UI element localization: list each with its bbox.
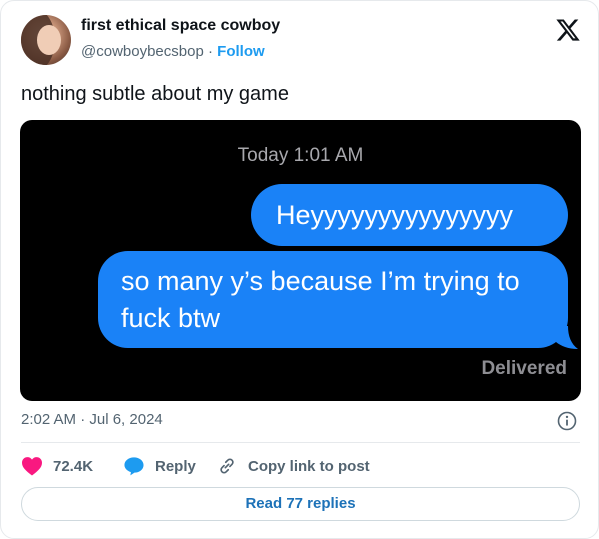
speech-bubble-icon	[124, 457, 144, 476]
tweet-text: nothing subtle about my game	[21, 83, 289, 105]
read-replies-button[interactable]: Read 77 replies	[21, 487, 580, 521]
message-bubble: Heyyyyyyyyyyyyyyy	[251, 184, 568, 246]
follow-button[interactable]: Follow	[217, 43, 265, 60]
author-handle[interactable]: @cowboybecsbop	[81, 43, 204, 60]
x-logo-icon[interactable]	[555, 17, 581, 43]
handle-separator: ·	[207, 43, 213, 60]
message-timestamp: Today 1:01 AM	[237, 145, 364, 166]
message-bubble: so many y’s because I’m trying to fuck b…	[98, 251, 568, 348]
heart-icon	[22, 457, 42, 476]
author-handle-row: @cowboybecsbop · Follow	[81, 43, 265, 60]
tweet-media-screenshot[interactable]: Today 1:01 AM Heyyyyyyyyyyyyyyy so many …	[20, 120, 581, 401]
like-button[interactable]: 72.4K	[21, 454, 93, 478]
divider	[21, 442, 580, 443]
tweet-card: first ethical space cowboy @cowboybecsbo…	[0, 0, 599, 539]
author-display-name[interactable]: first ethical space cowboy	[81, 17, 280, 35]
copy-link-button[interactable]: Copy link to post	[216, 454, 370, 478]
reply-button[interactable]: Reply	[123, 454, 196, 478]
link-icon	[220, 458, 234, 474]
copy-link-label: Copy link to post	[248, 457, 370, 475]
info-icon[interactable]	[557, 411, 577, 431]
like-count: 72.4K	[53, 457, 94, 475]
avatar-face	[37, 25, 61, 55]
bubble-tail-icon	[556, 326, 578, 349]
post-timestamp[interactable]: 2:02 AM · Jul 6, 2024	[21, 411, 163, 428]
avatar[interactable]	[21, 15, 71, 65]
delivery-status: Delivered	[481, 358, 567, 379]
reply-label: Reply	[155, 457, 196, 475]
